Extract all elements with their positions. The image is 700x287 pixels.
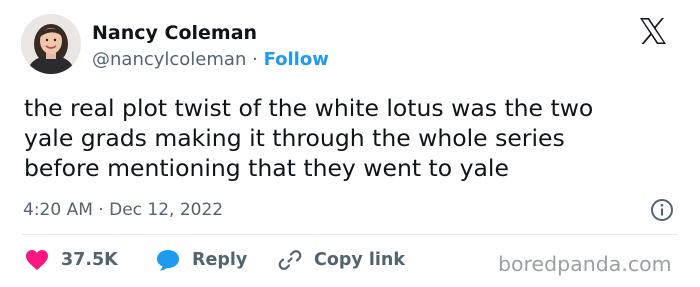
tweet-text: the real plot twist of the white lotus w…: [24, 93, 684, 183]
heart-icon: [26, 250, 48, 270]
tweet-timestamp[interactable]: 4:20 AM · Dec 12, 2022: [23, 198, 223, 222]
like-count: 37.5K: [61, 250, 118, 270]
tweet-line: before mentioning that they went to yale: [24, 154, 509, 182]
follow-button[interactable]: Follow: [264, 49, 329, 70]
like-button[interactable]: 37.5K: [25, 247, 118, 273]
handle-separator: ·: [252, 49, 258, 70]
reply-button[interactable]: Reply: [156, 247, 247, 273]
tweet-card: Nancy Coleman @nancylcoleman · Follow th…: [0, 0, 700, 287]
tweet-time: 4:20 AM: [23, 200, 93, 220]
tweet-line: yale grads making it through the whole s…: [24, 124, 565, 152]
author-avatar[interactable]: [21, 14, 81, 74]
tweet-line: the real plot twist of the white lotus w…: [24, 94, 594, 122]
reply-label: Reply: [192, 250, 248, 270]
info-icon[interactable]: [650, 198, 674, 222]
author-handle-row: @nancylcoleman · Follow: [92, 48, 329, 72]
avatar-photo-icon: [21, 14, 81, 74]
timestamp-separator: ·: [98, 200, 104, 220]
divider: [22, 234, 678, 235]
tweet-date: Dec 12, 2022: [109, 200, 224, 220]
author-name[interactable]: Nancy Coleman: [92, 21, 257, 45]
copy-link-button[interactable]: Copy link: [278, 247, 405, 273]
watermark: boredpanda.com: [498, 252, 672, 276]
x-logo-icon[interactable]: [638, 16, 668, 46]
author-handle[interactable]: @nancylcoleman: [92, 49, 246, 70]
link-icon: [278, 250, 302, 270]
copy-link-label: Copy link: [314, 250, 405, 270]
speech-bubble-icon: [157, 250, 179, 271]
